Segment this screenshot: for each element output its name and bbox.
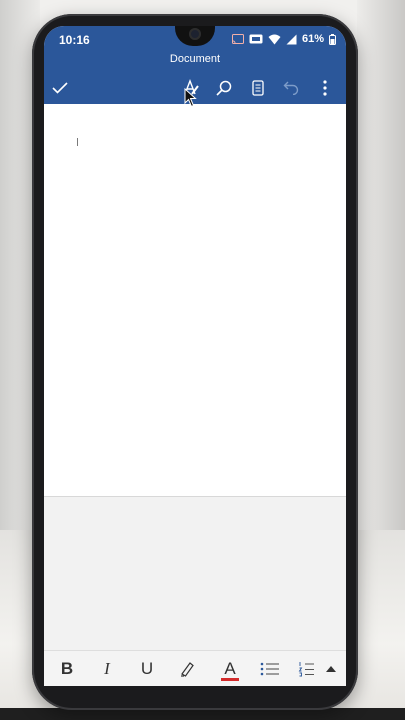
- bullet-list-icon: [260, 662, 279, 676]
- status-bar: 10:16 61%: [44, 26, 346, 52]
- bullets-button[interactable]: [257, 656, 283, 682]
- reading-view-icon: [252, 80, 264, 96]
- wifi-icon: [268, 34, 281, 44]
- highlighter-icon: [181, 662, 194, 677]
- camera-notch: [175, 26, 215, 46]
- front-camera-icon: [189, 28, 201, 40]
- battery-percent: 61%: [301, 33, 324, 45]
- font-color-label: A: [224, 659, 236, 678]
- status-icons: 61%: [231, 32, 336, 46]
- document-canvas[interactable]: [44, 104, 346, 496]
- done-check-icon: [52, 82, 68, 94]
- document-title: Document: [169, 53, 221, 65]
- highlight-button[interactable]: [174, 656, 200, 682]
- signal-icon: [286, 34, 297, 44]
- below-page-area: [44, 497, 346, 650]
- numbering-button[interactable]: [295, 656, 317, 682]
- bold-button[interactable]: B: [54, 656, 80, 682]
- status-time: 10:16: [59, 33, 90, 47]
- underline-button[interactable]: U: [134, 656, 160, 682]
- more-options-icon: [323, 80, 327, 96]
- phone-screen: 10:16 61% Document B I U A: [44, 26, 346, 686]
- caret-up-icon: [326, 666, 336, 672]
- numbered-list-icon: [298, 662, 314, 677]
- cast-icon: [231, 34, 244, 44]
- search-icon: [216, 80, 232, 96]
- vowifi-icon: [249, 34, 263, 44]
- formatting-toolbar: B I U A: [44, 650, 346, 686]
- search-button[interactable]: [211, 75, 237, 101]
- font-color-swatch: [221, 678, 239, 681]
- battery-icon: [329, 33, 336, 45]
- mouse-pointer-icon: [184, 88, 197, 108]
- reading-view-button[interactable]: [245, 75, 271, 101]
- text-caret: [77, 138, 78, 146]
- italic-button[interactable]: I: [94, 656, 120, 682]
- done-button[interactable]: [47, 75, 73, 101]
- undo-icon: [283, 81, 299, 95]
- expand-ribbon-button[interactable]: [323, 656, 339, 682]
- more-options-button[interactable]: [312, 75, 338, 101]
- undo-button[interactable]: [278, 75, 304, 101]
